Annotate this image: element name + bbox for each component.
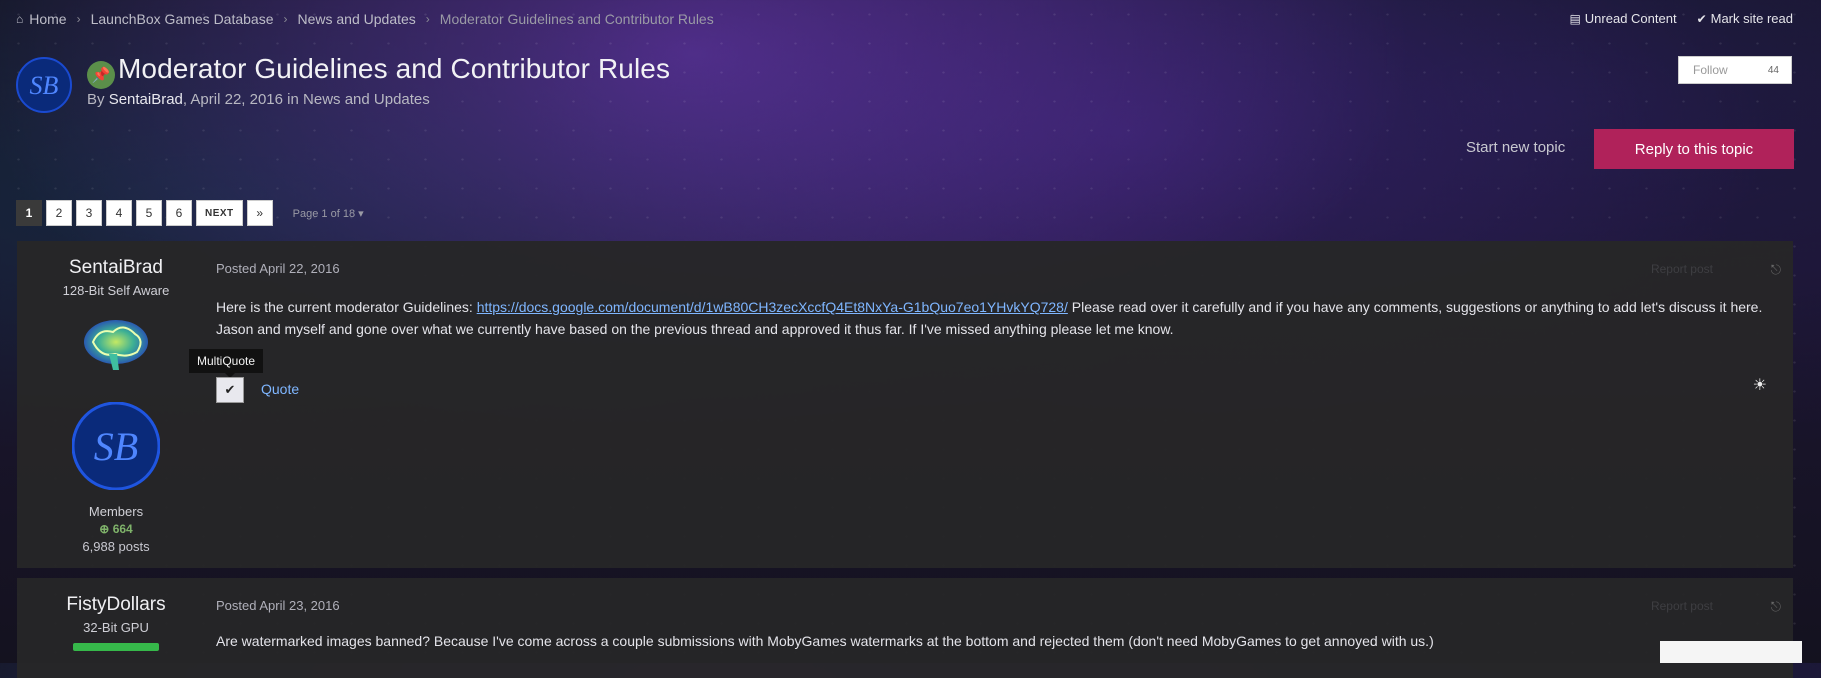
reply-to-topic-button[interactable]: Reply to this topic: [1594, 129, 1794, 169]
post-author-name[interactable]: SentaiBrad: [17, 257, 215, 279]
page-5[interactable]: 5: [136, 200, 162, 226]
page-1[interactable]: 1: [16, 200, 42, 226]
reaction-icon[interactable]: ☀: [1753, 375, 1767, 395]
pin-icon: 📌: [87, 61, 115, 89]
post-author-panel: SentaiBrad 128-Bit Self Aware SB Members…: [17, 241, 215, 554]
page-6[interactable]: 6: [166, 200, 192, 226]
post-author-rank: 32-Bit GPU: [83, 620, 149, 635]
share-icon[interactable]: ⎋: [1771, 262, 1781, 278]
quote-button[interactable]: Quote: [261, 381, 299, 397]
post-author-name[interactable]: FistyDollars: [17, 594, 215, 616]
share-icon[interactable]: ⎋: [1771, 599, 1781, 615]
last-page-button[interactable]: »: [246, 200, 273, 226]
topic-byline: By SentaiBrad, April 22, 2016 in News an…: [87, 91, 430, 108]
breadcrumb-home[interactable]: Home: [29, 11, 66, 27]
member-group: Members: [88, 504, 144, 519]
follow-button[interactable]: Follow 44: [1678, 56, 1792, 84]
breadcrumb-news[interactable]: News and Updates: [298, 11, 416, 27]
rank-brain-icon: [79, 308, 153, 382]
page-4[interactable]: 4: [106, 200, 132, 226]
post: SentaiBrad 128-Bit Self Aware SB Members…: [17, 241, 1793, 568]
plus-circle-icon: ⊕: [99, 522, 110, 536]
start-new-topic-link[interactable]: Start new topic: [1466, 139, 1565, 156]
newspaper-icon: ▤: [1569, 12, 1581, 26]
author-avatar-header[interactable]: SB: [16, 57, 72, 113]
report-post-link[interactable]: Report post: [1651, 262, 1713, 276]
page-2[interactable]: 2: [46, 200, 72, 226]
breadcrumb-database[interactable]: LaunchBox Games Database: [91, 11, 274, 27]
mark-site-read-link[interactable]: ✔ Mark site read: [1697, 11, 1793, 26]
svg-text:SB: SB: [30, 71, 59, 100]
svg-text:SB: SB: [94, 424, 138, 469]
byline-forum-link[interactable]: News and Updates: [303, 91, 430, 108]
page-3[interactable]: 3: [76, 200, 102, 226]
chevron-right-icon: ›: [76, 12, 81, 26]
post-date: Posted April 23, 2016: [216, 598, 340, 613]
check-icon: ✔: [224, 382, 236, 397]
reputation-badge: ⊕ 664: [99, 522, 133, 536]
unread-content-link[interactable]: ▤ Unread Content: [1569, 11, 1676, 26]
post-author-panel: FistyDollars 32-Bit GPU: [17, 578, 215, 651]
page-title: Moderator Guidelines and Contributor Rul…: [118, 53, 671, 84]
chevron-right-icon: ›: [425, 12, 430, 26]
follow-count: 44: [1767, 64, 1779, 76]
post-author-rank: 128-Bit Self Aware: [62, 283, 170, 298]
breadcrumb-current: Moderator Guidelines and Contributor Rul…: [439, 11, 714, 27]
pagination: 1 2 3 4 5 6 NEXT » Page 1 of 18 ▾: [16, 200, 364, 226]
byline-author-link[interactable]: SentaiBrad: [109, 91, 183, 108]
breadcrumb: ⌂ Home › LaunchBox Games Database › News…: [16, 11, 714, 27]
report-post-link[interactable]: Report post: [1651, 599, 1713, 613]
home-icon: ⌂: [16, 12, 24, 26]
overlay-panel: [1660, 641, 1802, 663]
top-actions: ▤ Unread Content ✔ Mark site read: [1569, 11, 1793, 26]
post-date: Posted April 22, 2016: [216, 261, 340, 276]
post-count: 6,988 posts: [82, 539, 150, 554]
post: FistyDollars 32-Bit GPU Posted April 23,…: [17, 578, 1793, 678]
check-icon: ✔: [1696, 12, 1707, 26]
next-page-button[interactable]: NEXT: [196, 200, 243, 226]
post-content: Are watermarked images banned? Because I…: [216, 633, 1434, 649]
rank-gpu-icon: [73, 643, 159, 651]
author-avatar[interactable]: SB: [71, 401, 161, 491]
multiquote-button[interactable]: ✔: [216, 377, 244, 403]
chevron-right-icon: ›: [283, 12, 288, 26]
caret-down-icon: ▾: [358, 207, 364, 220]
post-link[interactable]: https://docs.google.com/document/d/1wB80…: [477, 299, 1068, 315]
multiquote-tooltip: MultiQuote: [189, 349, 264, 378]
byline-date: April 22, 2016: [190, 91, 283, 108]
post-content: Here is the current moderator Guidelines…: [216, 299, 1763, 337]
page-jump-dropdown[interactable]: Page 1 of 18 ▾: [293, 207, 364, 220]
